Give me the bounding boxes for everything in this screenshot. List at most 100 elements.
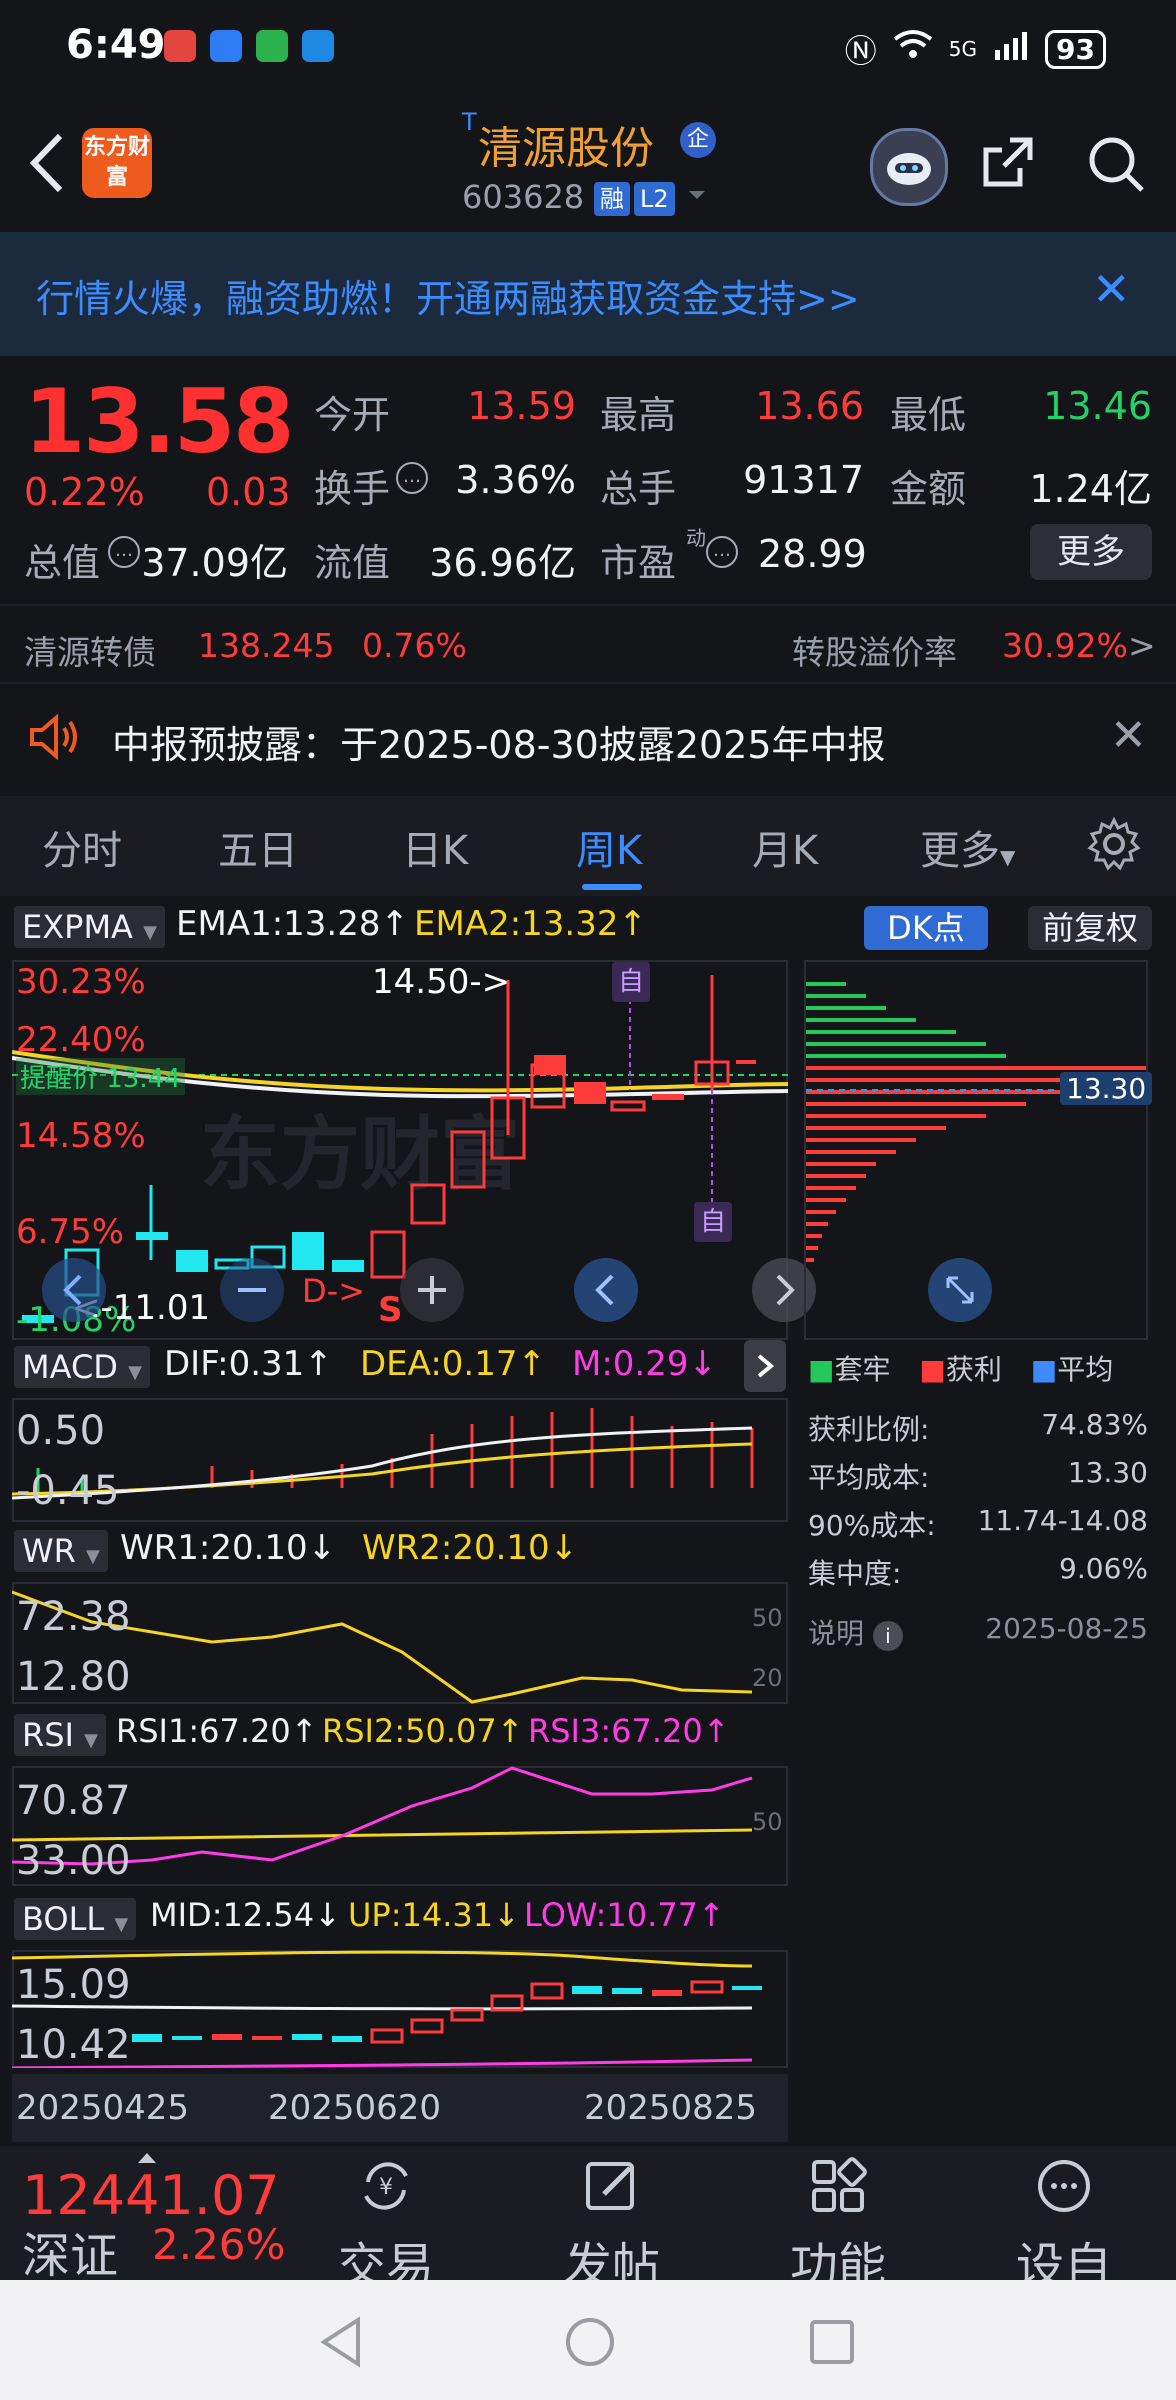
index-change: 2.26% (152, 2220, 286, 2269)
expand-indicators-button[interactable] (744, 1340, 786, 1392)
convertible-price: 138.245 (198, 626, 335, 665)
mktcap-value: 37.09亿 (141, 541, 288, 585)
premium-value: 30.92% (1002, 626, 1128, 665)
rsi-bottom: 33.00 (16, 1838, 131, 1884)
info-icon[interactable]: … (108, 536, 140, 568)
signal-icon (993, 30, 1029, 68)
boll-selector[interactable]: BOLL ▼ (14, 1898, 137, 1940)
expma-label: EXPMA (22, 908, 133, 946)
legend-square-icon: ■ (808, 1353, 835, 1386)
open-label: 今开 (314, 393, 391, 437)
rsi1-value: RSI1:67.20↑ (116, 1712, 318, 1750)
wr1-value: WR1:20.10↓ (120, 1528, 337, 1568)
rsi-top: 70.87 (16, 1778, 131, 1824)
chip-stat-label: 平均成本: (808, 1461, 930, 1494)
macd-label: MACD (22, 1348, 118, 1386)
wifi-icon (893, 29, 933, 69)
convertible-change: 0.76% (362, 626, 467, 665)
chevron-down-icon[interactable] (686, 184, 708, 210)
divider (0, 682, 1176, 684)
s-signal: S (378, 1290, 403, 1330)
scroll-left-button[interactable] (42, 1258, 106, 1322)
zoom-out-button[interactable] (220, 1258, 284, 1322)
tab-five-day[interactable]: 五日 (218, 818, 298, 876)
current-price: 13.58 (24, 370, 294, 473)
t-prefix: T (462, 108, 477, 136)
adjust-button[interactable]: 前复权 (1028, 906, 1152, 950)
tab-weekly[interactable]: 周K (576, 818, 642, 876)
boll-bottom: 10.42 (16, 2022, 131, 2068)
notification-app-icon (164, 30, 196, 62)
rsi-mark-50: 50 (752, 1808, 783, 1836)
macd-selector[interactable]: MACD ▼ (14, 1346, 150, 1388)
nav-trade[interactable]: ¥ 交易 (316, 2156, 456, 2296)
zoom-in-button[interactable] (400, 1258, 464, 1322)
notice-text[interactable]: 中报预披露：于2025-08-30披露2025年中报 (112, 714, 886, 769)
boll-mid: MID:12.54↓ (150, 1896, 341, 1934)
nav-recents-icon[interactable] (806, 2316, 858, 2372)
convertible-name[interactable]: 清源转债 (24, 626, 156, 674)
status-right: Ⓝ 5G 93 (845, 26, 1106, 72)
tab-monthly[interactable]: 月K (752, 818, 818, 876)
index-name[interactable]: 深证 (22, 2216, 118, 2286)
notice-close-icon[interactable]: ✕ (1110, 710, 1147, 761)
pe-value: 28.99 (758, 532, 867, 576)
macd-dea: DEA:0.17↑ (360, 1344, 546, 1384)
back-button[interactable] (24, 128, 68, 209)
nav-functions[interactable]: 功能 (768, 2156, 908, 2296)
stock-name[interactable]: 清源股份 (478, 112, 654, 176)
edit-icon (586, 2162, 634, 2210)
promo-banner-text[interactable]: 行情火爆，融资助燃！开通两融获取资金支持>> (36, 268, 860, 323)
alert-price-label[interactable]: 提醒价 13.44 (16, 1058, 185, 1095)
rsi3-value: RSI3:67.20↑ (528, 1712, 730, 1750)
nav-home-icon[interactable] (562, 2314, 618, 2374)
mktcap-label: 总值 (24, 541, 101, 585)
wr-selector[interactable]: WR ▼ (14, 1530, 108, 1572)
assistant-avatar[interactable] (870, 128, 948, 206)
wr2-value: WR2:20.10↓ (362, 1528, 579, 1568)
date-label-2: 20250620 (268, 2088, 442, 2128)
legend-square-icon: ■ (1030, 1353, 1058, 1386)
tab-daily[interactable]: 日K (402, 818, 468, 876)
nav-post[interactable]: 发帖 (542, 2156, 682, 2296)
expma-selector[interactable]: EXPMA ▼ (14, 906, 165, 948)
premium-arrow[interactable]: > (1128, 626, 1156, 665)
turnover-label: 换手 (314, 467, 391, 511)
info-icon[interactable]: … (706, 536, 738, 568)
rsi-selector[interactable]: RSI ▼ (14, 1714, 106, 1756)
triangle-down-icon: ▼ (1000, 845, 1016, 869)
svg-text:¥: ¥ (379, 2175, 393, 2200)
search-icon[interactable] (1086, 134, 1146, 194)
premium-label: 转股溢价率 (792, 633, 957, 672)
self-marker-bottom[interactable]: 自 (694, 1202, 732, 1242)
info-icon[interactable]: … (396, 462, 428, 494)
eastmoney-logo: 东方财富 (82, 128, 152, 198)
dk-point-button[interactable]: DK点 (864, 906, 988, 950)
boll-label: BOLL (22, 1900, 105, 1938)
ema2-value: EMA2:13.32↑ (414, 904, 647, 944)
chip-stat-value: 13.30 (1067, 1456, 1148, 1489)
share-icon[interactable] (980, 134, 1036, 190)
more-quote-button[interactable]: 更多 (1030, 524, 1152, 580)
boll-top: 15.09 (16, 1962, 131, 2008)
divider (0, 604, 1176, 606)
legend-profit: 获利 (945, 1353, 1002, 1386)
banner-close-icon[interactable]: ✕ (1092, 262, 1131, 316)
date-label-1: 20250425 (16, 2088, 190, 2128)
self-marker-top[interactable]: 自 (612, 962, 650, 1002)
triangle-down-icon: ▼ (143, 922, 157, 943)
legend-square-icon: ■ (919, 1353, 946, 1386)
chip-bars (806, 982, 1146, 1262)
wechat-icon (256, 30, 288, 62)
nav-back-icon[interactable] (316, 2314, 366, 2374)
settings-gear-icon[interactable] (1086, 816, 1142, 876)
chip-note[interactable]: 说明 i (808, 1612, 903, 1652)
prev-button[interactable] (574, 1258, 638, 1322)
macd-m: M:0.29↓ (572, 1344, 717, 1384)
info-icon: i (872, 1621, 903, 1651)
tab-more[interactable]: 更多▼ (920, 818, 1015, 876)
chip-stat-label: 90%成本: (808, 1509, 936, 1542)
tab-intraday[interactable]: 分时 (42, 818, 122, 876)
chip-note-label: 说明 (808, 1617, 865, 1650)
active-tab-indicator (582, 884, 642, 890)
